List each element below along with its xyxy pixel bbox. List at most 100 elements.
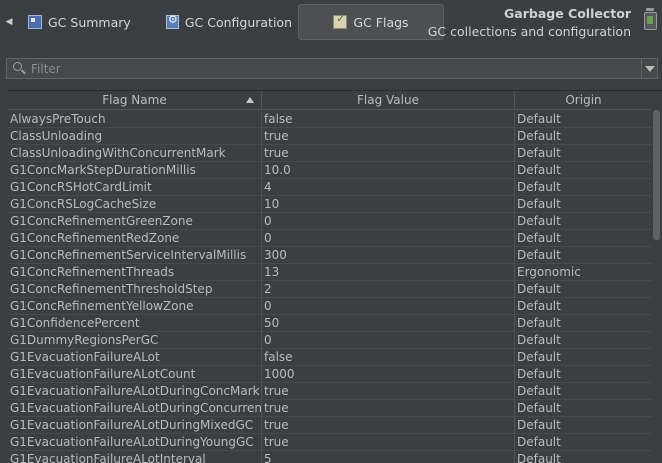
origin-cell: Default [517, 248, 561, 262]
origin-cell: Ergonomic [517, 265, 581, 279]
flag-value-cell: true [262, 417, 515, 434]
flag-value-cell: true [262, 383, 515, 400]
origin-cell: Default [517, 350, 561, 364]
table-row[interactable]: G1ConcRefinementGreenZone 0 Default [8, 213, 652, 230]
origin-cell: Default [517, 418, 561, 432]
origin-cell: Default [517, 112, 561, 126]
flag-name-cell: G1ConcRSLogCacheSize [8, 196, 262, 213]
table-row[interactable]: G1ConcRefinementThresholdStep 2 Default [8, 281, 652, 298]
page-subtitle: GC collections and configuration [427, 24, 631, 39]
table-row[interactable]: G1ConfidencePercent 50 Default [8, 315, 652, 332]
flag-value-cell: false [262, 111, 515, 128]
origin-cell: Default [517, 401, 561, 415]
table-row[interactable]: ClassUnloading true Default [8, 128, 652, 145]
column-header-label: Flag Value [357, 93, 419, 107]
table-row[interactable]: G1EvacuationFailureALotDuringMixedGC true… [8, 417, 652, 434]
flag-name-cell: G1EvacuationFailureALot [8, 349, 262, 366]
tabs-scroll-left-icon[interactable]: ◀ [4, 14, 14, 30]
column-header-label: Flag Name [102, 93, 167, 107]
flags-table: Flag Name Flag Value Origin AlwaysPreTou… [8, 90, 662, 463]
garbage-bin-icon [643, 8, 657, 30]
filter-history-dropdown[interactable] [642, 58, 658, 79]
filter-input[interactable] [31, 60, 631, 77]
origin-cell: Default [517, 452, 561, 463]
flag-value-cell: true [262, 434, 515, 451]
flag-name-cell: G1EvacuationFailureALotCount [8, 366, 262, 383]
tab-gc-configuration[interactable]: GC Configuration [162, 4, 292, 40]
column-header-flag-value[interactable]: Flag Value [262, 91, 515, 110]
origin-cell: Default [517, 316, 561, 330]
origin-cell: Default [517, 214, 561, 228]
flag-value-cell: 13 [262, 264, 515, 281]
flag-name-cell: G1EvacuationFailureALotDuringMixedGC [8, 417, 262, 434]
table-row[interactable]: G1EvacuationFailureALotDuringConcurrentS… [8, 400, 652, 417]
table-row[interactable]: G1ConcRefinementRedZone 0 Default [8, 230, 652, 247]
tab-gc-summary-label: GC Summary [48, 14, 131, 30]
origin-cell: Default [517, 180, 561, 194]
flag-value-cell: 0 [262, 298, 515, 315]
table-row[interactable]: G1EvacuationFailureALotInterval 5 Default [8, 451, 652, 463]
table-row[interactable]: ClassUnloadingWithConcurrentMark true Defa… [8, 145, 652, 162]
table-row[interactable]: G1ConcRefinementYellowZone 0 Default [8, 298, 652, 315]
column-header-label: Origin [565, 93, 602, 107]
column-header-origin[interactable]: Origin [515, 91, 652, 110]
origin-cell: Default [517, 384, 561, 398]
search-icon[interactable] [13, 62, 22, 71]
table-row[interactable]: G1ConcRefinementServiceIntervalMillis 300… [8, 247, 652, 264]
flag-value-cell: 2 [262, 281, 515, 298]
flag-value-cell: 5 [262, 451, 515, 463]
flag-name-cell: ClassUnloadingWithConcurrentMark [8, 145, 262, 162]
vertical-scrollbar[interactable] [652, 110, 662, 462]
flag-name-cell: ClassUnloading [8, 128, 262, 145]
tab-gc-flags[interactable]: GC Flags [298, 4, 444, 40]
filter-box [6, 58, 642, 79]
table-row[interactable]: G1EvacuationFailureALotDuringYoungGC true… [8, 434, 652, 451]
table-row[interactable]: G1ConcRefinementThreads 13 Ergonomic [8, 264, 652, 281]
origin-cell: Default [517, 299, 561, 313]
table-row[interactable]: AlwaysPreTouch false Default [8, 111, 652, 128]
flag-name-cell: G1ConcRefinementRedZone [8, 230, 262, 247]
sort-ascending-icon [246, 97, 254, 103]
flag-value-cell: true [262, 145, 515, 162]
flag-name-cell: G1ConcRefinementThresholdStep [8, 281, 262, 298]
flag-name-cell: G1EvacuationFailureALotInterval [8, 451, 262, 463]
flag-name-cell: G1ConcRefinementYellowZone [8, 298, 262, 315]
table-row[interactable]: G1EvacuationFailureALotCount 1000 Default [8, 366, 652, 383]
origin-cell: Default [517, 129, 561, 143]
summary-icon [28, 15, 42, 29]
origin-cell: Default [517, 163, 561, 177]
table-row[interactable]: G1EvacuationFailureALot false Default [8, 349, 652, 366]
flag-value-cell: true [262, 128, 515, 145]
table-row[interactable]: G1DummyRegionsPerGC 0 Default [8, 332, 652, 349]
flag-value-cell: 10 [262, 196, 515, 213]
flag-value-cell: 50 [262, 315, 515, 332]
flag-value-cell: 10.0 [262, 162, 515, 179]
origin-cell: Default [517, 282, 561, 296]
table-row[interactable]: G1ConcMarkStepDurationMillis 10.0 Default [8, 162, 652, 179]
flag-name-cell: G1ConcRefinementServiceIntervalMillis [8, 247, 262, 264]
tab-gc-summary[interactable]: GC Summary [22, 4, 142, 40]
table-row[interactable]: G1EvacuationFailureALotDuringConcMark tru… [8, 383, 652, 400]
table-body: AlwaysPreTouch false Default ClassUnloading… [8, 111, 652, 463]
origin-cell: Default [517, 146, 561, 160]
flag-value-cell: 0 [262, 230, 515, 247]
flag-name-cell: AlwaysPreTouch [8, 111, 262, 128]
table-row[interactable]: G1ConcRSLogCacheSize 10 Default [8, 196, 652, 213]
scrollbar-thumb[interactable] [653, 110, 660, 240]
origin-cell: Default [517, 231, 561, 245]
origin-cell: Default [517, 197, 561, 211]
flag-name-cell: G1DummyRegionsPerGC [8, 332, 262, 349]
flags-icon [333, 14, 348, 29]
configuration-icon [166, 13, 179, 29]
table-header: Flag Name Flag Value Origin [8, 91, 652, 111]
flag-name-cell: G1EvacuationFailureALotDuringConcMark [8, 383, 262, 400]
flag-name-cell: G1EvacuationFailureALotDuringYoungGC [8, 434, 262, 451]
flag-value-cell: false [262, 349, 515, 366]
column-header-flag-name[interactable]: Flag Name [8, 91, 262, 110]
flag-value-cell: 0 [262, 332, 515, 349]
table-row[interactable]: G1ConcRSHotCardLimit 4 Default [8, 179, 652, 196]
flag-name-cell: G1ConcRefinementGreenZone [8, 213, 262, 230]
origin-cell: Default [517, 367, 561, 381]
origin-cell: Default [517, 333, 561, 347]
flag-value-cell: 1000 [262, 366, 515, 383]
